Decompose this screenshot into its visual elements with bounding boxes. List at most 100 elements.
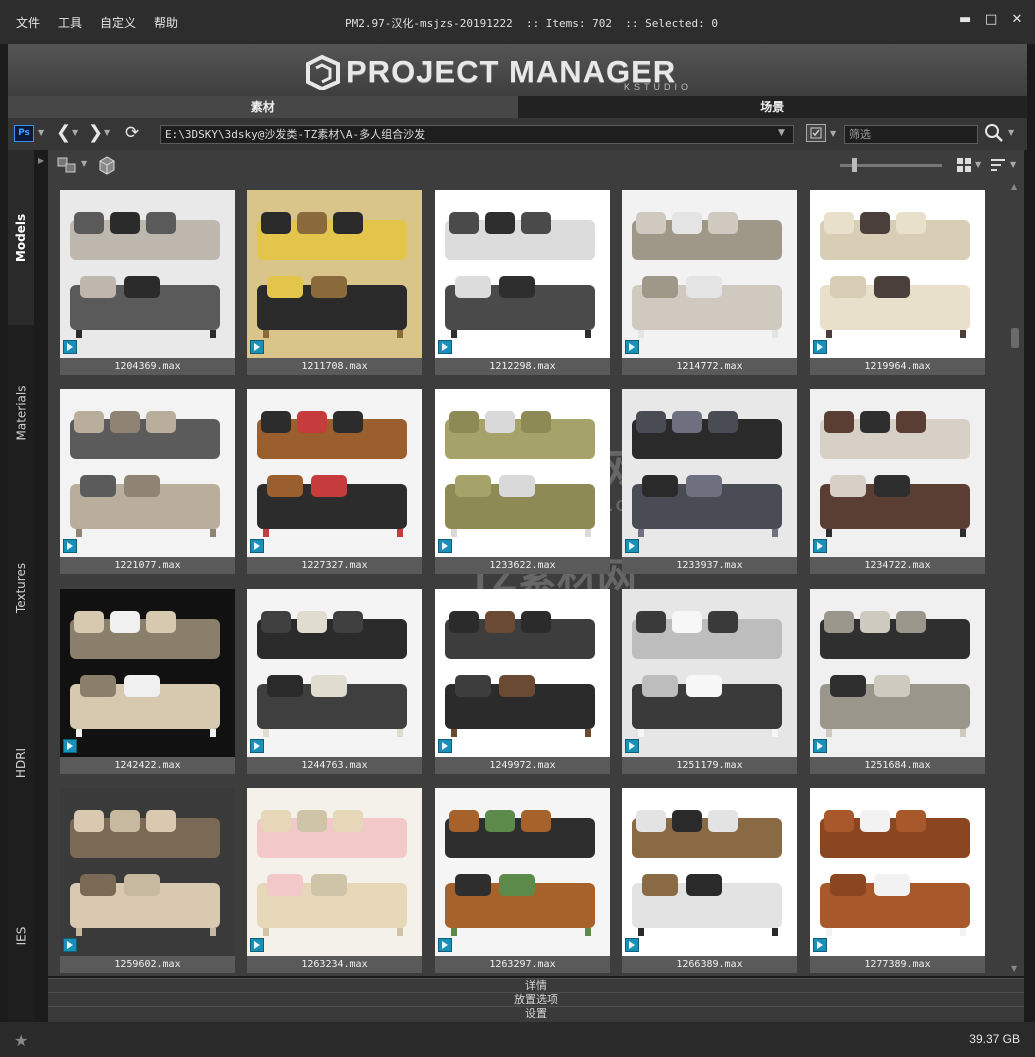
sidebar-tab-label: Materials — [14, 384, 29, 441]
asset-card[interactable]: 1214772.max — [622, 190, 797, 375]
path-input[interactable]: E:\3DSKY\3dsky@沙发类-TZ素材\A-多人组合沙发 — [160, 125, 794, 144]
max-file-icon — [63, 340, 77, 354]
asset-thumbnail — [810, 389, 985, 557]
max-file-icon — [63, 539, 77, 553]
asset-card[interactable]: 1234722.max — [810, 389, 985, 574]
sidebar-tab-models[interactable]: Models — [8, 150, 34, 325]
tab-assets[interactable]: 素材 — [8, 96, 518, 118]
refresh-icon[interactable]: ⟳ — [125, 124, 139, 142]
filter-dropdown-icon[interactable]: ▼ — [830, 129, 836, 138]
asset-card[interactable]: 1277389.max — [810, 788, 985, 973]
scroll-down-icon[interactable]: ▼ — [1011, 964, 1017, 973]
asset-card[interactable]: 1219964.max — [810, 190, 985, 375]
grid-view-icon[interactable] — [956, 157, 972, 176]
tab-scenes[interactable]: 场景 — [517, 96, 1027, 118]
sidebar-tab-ies[interactable]: IES — [8, 850, 34, 1022]
menu-bar: 文件 工具 自定义 帮助 — [16, 14, 178, 31]
asset-card[interactable]: 1221077.max — [60, 389, 235, 574]
sidebar-collapse-icon[interactable]: ▶ — [38, 156, 44, 165]
sync-icon[interactable] — [56, 155, 78, 178]
asset-card[interactable]: 1227327.max — [247, 389, 422, 574]
close-icon[interactable]: ✕ — [1011, 12, 1023, 28]
path-dropdown-icon[interactable]: ▼ — [778, 128, 785, 138]
asset-thumbnail — [60, 190, 235, 358]
app-banner: PROJECT MANAGER KSTUDIO — [8, 44, 1027, 96]
asset-card[interactable]: 1242422.max — [60, 589, 235, 774]
asset-card[interactable]: 1212298.max — [435, 190, 610, 375]
asset-filename: 1263234.max — [301, 959, 368, 970]
asset-filename: 1212298.max — [489, 361, 556, 372]
sidebar-tab-label: Textures — [14, 562, 28, 613]
asset-thumbnail — [622, 389, 797, 557]
forward-dropdown-icon[interactable]: ▼ — [104, 128, 110, 137]
asset-filename: 1214772.max — [676, 361, 743, 372]
search-options-icon[interactable]: ▼ — [1008, 128, 1014, 137]
content-toolbar: ▼ ▼ ▼ — [48, 150, 1024, 180]
asset-thumbnail — [810, 190, 985, 358]
cube-icon[interactable] — [96, 155, 118, 178]
asset-thumbnail — [622, 788, 797, 956]
back-icon[interactable]: ❮ — [56, 124, 71, 142]
panel-details[interactable]: 详情 — [48, 978, 1024, 992]
max-file-icon — [438, 739, 452, 753]
scroll-thumb[interactable] — [1011, 328, 1019, 348]
asset-thumbnail — [60, 589, 235, 757]
ps-dropdown-icon[interactable]: ▼ — [38, 128, 44, 137]
asset-card[interactable]: 1259602.max — [60, 788, 235, 973]
panel-settings[interactable]: 设置 — [48, 1006, 1024, 1020]
search-input[interactable]: 筛选 — [844, 125, 978, 144]
asset-filename: 1242422.max — [114, 760, 181, 771]
grid-scrollbar[interactable]: ▲ ▼ — [1006, 180, 1024, 976]
asset-filename: 1277389.max — [864, 959, 931, 970]
sync-dropdown-icon[interactable]: ▼ — [81, 159, 87, 168]
asset-card[interactable]: 1233937.max — [622, 389, 797, 574]
asset-thumbnail — [622, 589, 797, 757]
panel-placement-options[interactable]: 放置选项 — [48, 992, 1024, 1006]
sidebar-tab-label: Models — [14, 213, 29, 262]
photoshop-icon[interactable]: Ps — [14, 125, 34, 142]
asset-card[interactable]: 1251179.max — [622, 589, 797, 774]
asset-filename: 1227327.max — [301, 560, 368, 571]
bottom-panels: 详情 放置选项 设置 — [48, 978, 1024, 1022]
menu-help[interactable]: 帮助 — [154, 14, 178, 31]
asset-card[interactable]: 1204369.max — [60, 190, 235, 375]
minimize-icon[interactable]: ▬ — [959, 12, 971, 28]
asset-card[interactable]: 1263297.max — [435, 788, 610, 973]
sidebar-tab-materials[interactable]: Materials — [8, 325, 34, 500]
view-dropdown-icon[interactable]: ▼ — [975, 160, 981, 169]
logo-subtitle: KSTUDIO — [624, 82, 693, 92]
menu-file[interactable]: 文件 — [16, 14, 40, 31]
sidebar-tab-hdri[interactable]: HDRI — [8, 675, 34, 850]
sort-icon[interactable] — [990, 157, 1006, 176]
asset-thumbnail — [435, 788, 610, 956]
sidebar-tab-label: HDRI — [14, 747, 29, 778]
menu-customize[interactable]: 自定义 — [100, 14, 136, 31]
asset-card[interactable]: 1244763.max — [247, 589, 422, 774]
asset-thumbnail — [247, 389, 422, 557]
asset-filename: 1251179.max — [676, 760, 743, 771]
favorite-star-icon[interactable]: ★ — [14, 1031, 28, 1050]
forward-icon[interactable]: ❯ — [88, 124, 103, 142]
asset-card[interactable]: 1251684.max — [810, 589, 985, 774]
asset-card[interactable]: 1263234.max — [247, 788, 422, 973]
asset-card[interactable]: 1266389.max — [622, 788, 797, 973]
search-icon[interactable] — [984, 123, 1004, 143]
menu-tools[interactable]: 工具 — [58, 14, 82, 31]
asset-card[interactable]: 1233622.max — [435, 389, 610, 574]
asset-card[interactable]: 1249972.max — [435, 589, 610, 774]
asset-filename: 1266389.max — [676, 959, 743, 970]
max-file-icon — [625, 539, 639, 553]
back-dropdown-icon[interactable]: ▼ — [72, 128, 78, 137]
filter-icon[interactable] — [806, 124, 826, 142]
sidebar-tab-textures[interactable]: Textures — [8, 500, 34, 675]
max-file-icon — [250, 739, 264, 753]
scroll-up-icon[interactable]: ▲ — [1011, 182, 1017, 191]
sort-dropdown-icon[interactable]: ▼ — [1010, 160, 1016, 169]
asset-filename: 1251684.max — [864, 760, 931, 771]
logo-mark-icon — [306, 54, 340, 90]
asset-card[interactable]: 1211708.max — [247, 190, 422, 375]
max-file-icon — [250, 938, 264, 952]
asset-thumbnail — [810, 788, 985, 956]
maximize-icon[interactable]: □ — [985, 12, 997, 28]
zoom-slider-handle[interactable] — [852, 158, 857, 172]
